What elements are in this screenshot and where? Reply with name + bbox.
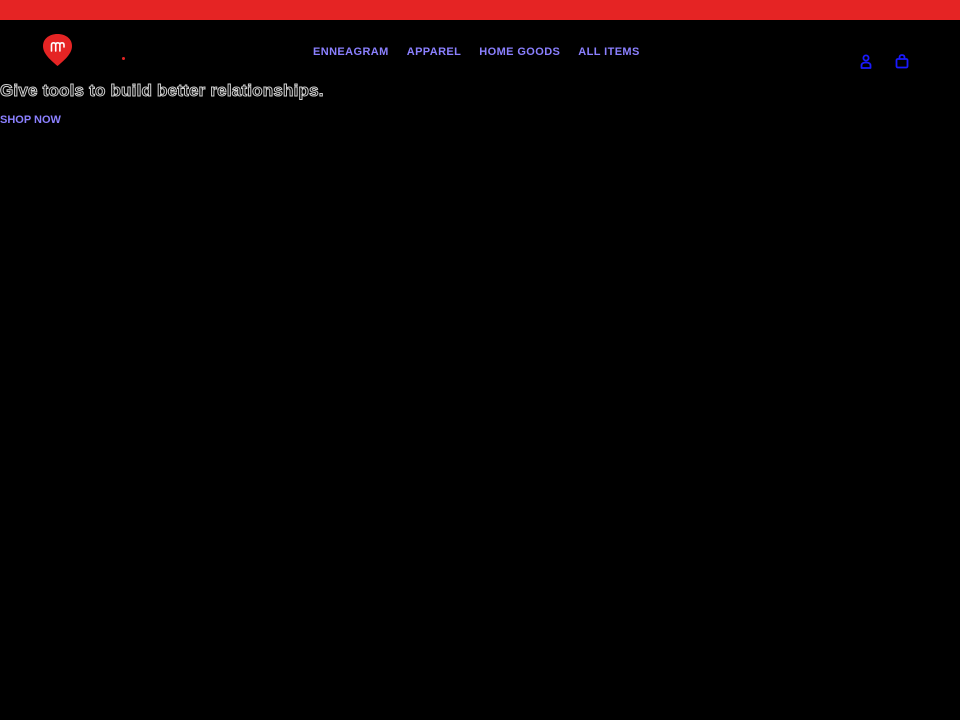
nav-link-all-items[interactable]: ALL ITEMS <box>578 46 639 58</box>
nav-link-enneagram[interactable]: ENNEAGRAM <box>313 46 389 58</box>
shopping-bag-icon <box>895 54 909 69</box>
hero-heading: Give tools to build better relationships… <box>0 81 324 101</box>
logo-accent-dot <box>122 57 125 60</box>
hero-section: Give tools to build better relationships… <box>0 80 960 128</box>
nav-item-apparel: APPAREL <box>407 42 462 60</box>
main-nav-list: ENNEAGRAM APPAREL HOME GOODS ALL ITEMS <box>313 42 640 60</box>
nav-link-home-goods[interactable]: HOME GOODS <box>479 46 560 58</box>
nav-item-all-items: ALL ITEMS <box>578 42 639 60</box>
shop-now-link[interactable]: SHOP NOW <box>0 113 61 127</box>
heart-logo-icon <box>43 34 72 66</box>
user-icon <box>860 54 872 69</box>
site-header: ENNEAGRAM APPAREL HOME GOODS ALL ITEMS <box>0 20 960 80</box>
cart-button[interactable] <box>894 53 910 69</box>
page: ENNEAGRAM APPAREL HOME GOODS ALL ITEMS G… <box>0 0 960 720</box>
nav-item-enneagram: ENNEAGRAM <box>313 42 389 60</box>
header-icons <box>858 53 910 69</box>
nav-link-apparel[interactable]: APPAREL <box>407 46 462 58</box>
announcement-bar <box>0 0 960 20</box>
account-button[interactable] <box>858 53 874 69</box>
nav-item-home-goods: HOME GOODS <box>479 42 560 60</box>
